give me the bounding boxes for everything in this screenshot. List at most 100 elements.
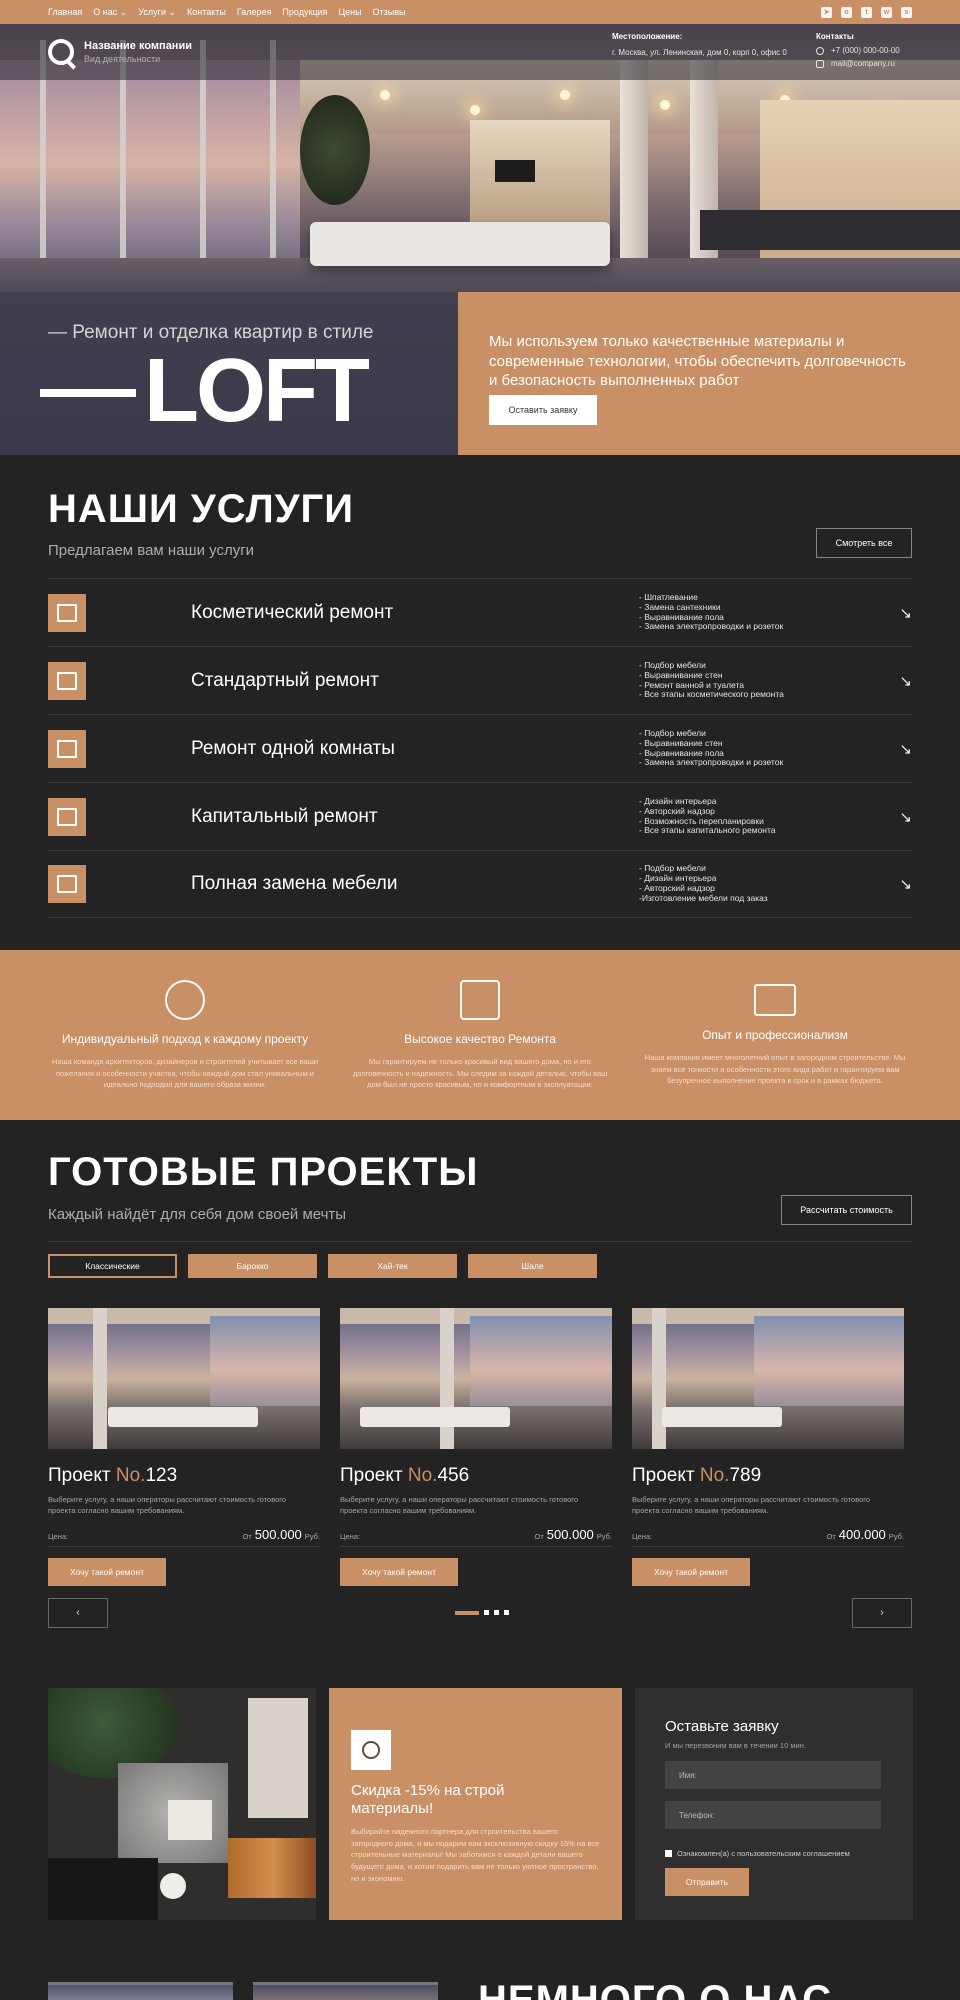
project-title: Проект No.456	[340, 1465, 470, 1486]
tab-chalet[interactable]: Шале	[468, 1254, 597, 1278]
service-bullets: - Шпатлевание - Замена сантехники - Выра…	[639, 591, 784, 632]
advantage-item: Высокое качество Ремонта Мы гарантируем …	[330, 980, 630, 1091]
advantage-text: Наша компания имеет многолетний опыт в з…	[644, 1053, 906, 1086]
menu-item-services[interactable]: Услуги ⌄	[138, 7, 176, 18]
advantage-text: Наша команда архитекторов, дизайнеров и …	[51, 1057, 319, 1090]
hero-title-word: LOFT	[144, 341, 370, 441]
services-section: НАШИ УСЛУГИ Предлагаем вам наши услуги С…	[0, 455, 960, 950]
top-navigation: Главная О нас ⌄ Услуги ⌄ Контакты Галере…	[0, 0, 960, 24]
menu-item-prices[interactable]: Цены	[338, 7, 361, 18]
location-address: г. Москва, ул. Ленинская, дом 0, корп 0,…	[612, 48, 787, 57]
menu-item-products[interactable]: Продукция	[282, 7, 327, 18]
advantage-title: Индивидуальный подход к каждому проекту	[61, 1032, 309, 1046]
company-name: Название компании	[84, 40, 192, 52]
telegram-icon[interactable]: ➤	[821, 6, 832, 18]
leave-request-button[interactable]: Оставить заявку	[489, 395, 597, 425]
hero-ceiling-light	[560, 90, 570, 100]
carousel-next-button[interactable]: ›	[852, 1598, 912, 1628]
hero-back-wall	[470, 120, 610, 230]
contacts-title: Контакты	[816, 32, 854, 41]
carousel-dot[interactable]	[494, 1610, 499, 1615]
about-title: НЕМНОГО О НАС	[478, 1978, 833, 2000]
service-name: Косметический ремонт	[191, 601, 394, 623]
carousel-dot[interactable]	[484, 1610, 489, 1615]
project-image[interactable]	[340, 1308, 612, 1449]
want-this-repair-button[interactable]: Хочу такой ремонт	[632, 1557, 750, 1586]
arrow-down-right-icon[interactable]: ↘	[899, 875, 912, 893]
checkbox-box[interactable]	[665, 1850, 672, 1857]
menu-item-about[interactable]: О нас ⌄	[93, 7, 127, 18]
agreement-label: Ознакомлен(а) с пользовательским соглаше…	[677, 1849, 850, 1858]
snapchat-icon[interactable]: s	[901, 6, 912, 18]
service-row[interactable]: Полная замена мебели - Подбор мебели - Д…	[48, 850, 912, 918]
tab-hitech[interactable]: Хай-тек	[328, 1254, 457, 1278]
service-row[interactable]: Стандартный ремонт - Подбор мебели - Выр…	[48, 646, 912, 714]
phone-input[interactable]	[665, 1801, 881, 1829]
menu-item-home[interactable]: Главная	[48, 7, 82, 18]
carousel-dot[interactable]	[504, 1610, 509, 1615]
tab-baroque[interactable]: Барокко	[188, 1254, 317, 1278]
mail-icon	[816, 59, 824, 68]
menu-item-reviews[interactable]: Отзывы	[373, 7, 406, 18]
header-bar: Название компании Вид деятельности Место…	[0, 24, 960, 80]
projects-section: ГОТОВЫЕ ПРОЕКТЫ Каждый найдёт для себя д…	[0, 1120, 960, 1650]
carousel-pagination	[455, 1610, 509, 1615]
want-this-repair-button[interactable]: Хочу такой ремонт	[340, 1557, 458, 1586]
promo-section: Скидка -15% на строй материалы! Выбирайт…	[0, 1650, 960, 1924]
certificate-icon	[754, 984, 796, 1016]
name-input[interactable]	[665, 1761, 881, 1789]
service-row[interactable]: Ремонт одной комнаты - Подбор мебели - В…	[48, 714, 912, 782]
project-price: Цена: От 500.000 Руб.	[48, 1527, 320, 1547]
hero-ceiling-light	[380, 90, 390, 100]
email-row[interactable]: mail@company.ru	[816, 59, 900, 68]
project-description: Выберите услугу, а наши операторы рассчи…	[340, 1495, 579, 1515]
twitter-icon[interactable]: t	[861, 6, 872, 18]
phone-icon	[816, 46, 824, 55]
calculate-cost-button[interactable]: Рассчитать стоимость	[781, 1195, 912, 1225]
hero-cta-panel: Мы используем только качественные матери…	[458, 292, 960, 455]
arrow-down-right-icon[interactable]: ↘	[899, 672, 912, 690]
phone-row[interactable]: +7 (000) 000-00-00	[816, 46, 900, 55]
project-title: Проект No.789	[632, 1465, 762, 1486]
page: Главная О нас ⌄ Услуги ⌄ Контакты Галере…	[0, 0, 960, 2000]
hero-tv	[495, 160, 535, 182]
social-links: ➤ o t w s	[821, 6, 912, 18]
menu-item-gallery[interactable]: Галерея	[237, 7, 272, 18]
hero-sofa	[310, 222, 610, 266]
hero-title: LOFT	[40, 341, 370, 441]
submit-button[interactable]: Отправить	[665, 1868, 749, 1896]
menu-item-contacts[interactable]: Контакты	[187, 7, 226, 18]
service-bullets: - Подбор мебели - Дизайн интерьера - Авт…	[639, 863, 768, 903]
carousel-prev-button[interactable]: ‹	[48, 1598, 108, 1628]
service-row[interactable]: Капитальный ремонт - Дизайн интерьера - …	[48, 782, 912, 850]
project-card: Проект No.456 Выберите услугу, а наши оп…	[340, 1308, 612, 1586]
project-image[interactable]	[48, 1308, 320, 1449]
arrow-down-right-icon[interactable]: ↘	[899, 604, 912, 622]
view-all-services-button[interactable]: Смотреть все	[816, 528, 912, 558]
service-row[interactable]: Косметический ремонт - Шпатлевание - Зам…	[48, 578, 912, 646]
tab-classic[interactable]: Классические	[48, 1254, 177, 1278]
hero-section: Главная О нас ⌄ Услуги ⌄ Контакты Галере…	[0, 0, 960, 455]
agreement-checkbox[interactable]: Ознакомлен(а) с пользовательским соглаше…	[665, 1849, 850, 1858]
projects-subtitle: Каждый найдёт для себя дом своей мечты	[48, 1206, 347, 1223]
service-name: Ремонт одной комнаты	[191, 737, 395, 759]
logo-icon[interactable]	[48, 39, 74, 65]
house-icon	[460, 980, 500, 1020]
projects-style-tabs: Классические Барокко Хай-тек Шале	[48, 1254, 597, 1278]
furniture-icon	[48, 865, 86, 903]
advantage-item: Индивидуальный подход к каждому проекту …	[35, 980, 335, 1091]
carousel-dot-active[interactable]	[455, 1610, 479, 1615]
project-image[interactable]	[632, 1308, 904, 1449]
phone-number: +7 (000) 000-00-00	[831, 46, 900, 55]
people-network-icon	[165, 980, 205, 1020]
want-this-repair-button[interactable]: Хочу такой ремонт	[48, 1557, 166, 1586]
whatsapp-icon[interactable]: w	[881, 6, 892, 18]
ok-icon[interactable]: o	[841, 6, 852, 18]
arrow-down-right-icon[interactable]: ↘	[899, 808, 912, 826]
paint-roller-icon	[48, 593, 86, 632]
arrow-down-right-icon[interactable]: ↘	[899, 740, 912, 758]
email-address: mail@company.ru	[831, 59, 895, 68]
services-title: НАШИ УСЛУГИ	[48, 487, 354, 531]
discount-title: Скидка -15% на строй материалы!	[351, 1782, 505, 1817]
crane-icon	[48, 797, 86, 836]
